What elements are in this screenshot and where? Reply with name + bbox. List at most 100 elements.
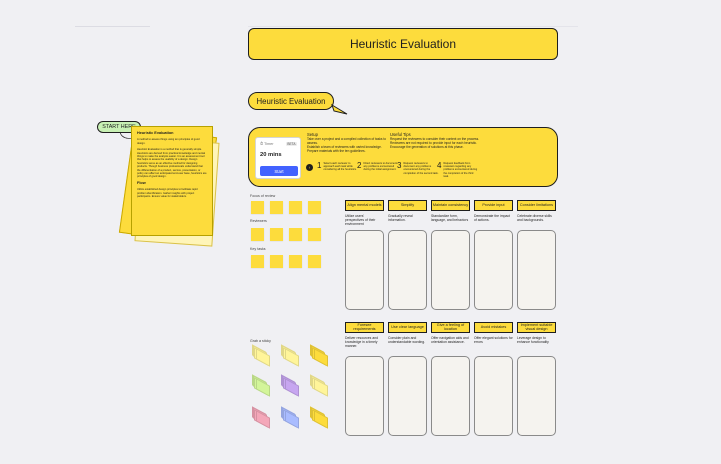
sticky-note[interactable] [289, 201, 302, 214]
intro-subheading: Flow [137, 180, 146, 185]
heuristic-drop-zone[interactable] [474, 356, 513, 436]
sticky-note[interactable] [270, 201, 283, 214]
intro-text: Utilize established design principles to… [137, 188, 198, 199]
sticky-deck-green[interactable] [252, 374, 270, 397]
sticky-row [251, 228, 321, 241]
heuristic-description: Deliver resources and knowledge in a tim… [345, 336, 378, 349]
heuristic-header[interactable]: Foresee requirements [345, 322, 384, 333]
intro-note[interactable]: Heuristic Evaluation A method to assess … [131, 126, 213, 236]
heuristic-description: Leverage design to enhance functionality [517, 336, 549, 345]
sticky-note[interactable] [284, 348, 299, 367]
sticky-note[interactable] [313, 378, 328, 397]
sticky-deck-blue[interactable] [281, 406, 299, 429]
sticky-note[interactable] [308, 201, 321, 214]
heuristic-drop-zone[interactable] [517, 356, 556, 436]
sticky-deck-light-yellow[interactable] [252, 344, 270, 367]
timer-label: ⏱ Timer [260, 142, 274, 146]
sticky-deck-light-yellow[interactable] [281, 344, 299, 367]
step-text: Request reviewers to document any proble… [403, 162, 439, 175]
sticky-note[interactable] [251, 201, 264, 214]
group-label: Key tasks [250, 247, 266, 251]
heuristic-description: Gradually reveal information. [388, 214, 413, 223]
sticky-row [251, 201, 321, 214]
tip-line: Encourage the generation of solutions at… [390, 145, 464, 149]
setup-text: Setup Take over a project and a compiled… [307, 132, 389, 153]
divider-line [248, 26, 578, 27]
grab-sticky-label: Grab a sticky [250, 339, 271, 343]
heuristic-drop-zone[interactable] [345, 356, 384, 436]
bubble-tail-icon [331, 103, 348, 115]
divider-line [75, 26, 150, 27]
tips-text: Useful Tips Request the reviewers to con… [390, 132, 480, 149]
step-number: 4 [437, 161, 442, 170]
heuristic-header[interactable]: Consider limitations [517, 200, 556, 211]
sticky-deck-pink[interactable] [252, 406, 270, 429]
group-label: Focus of review [250, 194, 276, 198]
heuristic-description: Offer navigation aids and orientation as… [431, 336, 469, 345]
heuristic-header[interactable]: Provide input [474, 200, 513, 211]
heuristic-header[interactable]: Simplify [388, 200, 427, 211]
heuristic-description: Consider plain and understandable wordin… [388, 336, 426, 345]
sticky-note[interactable] [289, 255, 302, 268]
sticky-deck-purple[interactable] [281, 374, 299, 397]
heuristic-drop-zone[interactable] [388, 356, 427, 436]
group-label: Reviewers [250, 219, 267, 223]
heuristic-drop-zone[interactable] [345, 230, 384, 310]
title-bubble[interactable]: Heuristic Evaluation [248, 92, 334, 110]
heuristic-drop-zone[interactable] [431, 356, 470, 436]
heuristic-description: Offer elegant solutions for errors [474, 336, 513, 345]
step-text: Select each reviewer to approach each ta… [323, 162, 357, 172]
beta-badge: BETA [285, 142, 297, 146]
heuristic-drop-zone[interactable] [431, 230, 470, 310]
sticky-note[interactable] [313, 348, 328, 367]
sticky-note[interactable] [284, 410, 299, 429]
setup-line: Prepare materials with the ten guideline… [307, 149, 366, 153]
sticky-note[interactable] [270, 255, 283, 268]
sticky-note[interactable] [308, 255, 321, 268]
step-2: 2 Direct reviewers to document any probl… [357, 162, 399, 172]
heuristic-drop-zone[interactable] [388, 230, 427, 310]
setup-line: Take over a project and a compiled colle… [307, 137, 387, 145]
board-title[interactable]: Heuristic Evaluation [248, 28, 558, 60]
sticky-deck-light-yellow[interactable] [310, 374, 328, 397]
step-3: 3 Request reviewers to document any prob… [397, 162, 439, 175]
intro-text: Heuristic Evaluation is a method that is… [137, 148, 207, 179]
sticky-note[interactable] [255, 348, 270, 367]
heuristic-header[interactable]: Use clear language [388, 322, 427, 333]
timer-widget[interactable]: ⏱ Timer BETA 20 mins Start [255, 137, 301, 179]
sticky-note[interactable] [313, 410, 328, 429]
heuristic-header[interactable]: Avoid mistakes [474, 322, 513, 333]
heuristic-header[interactable]: Maintain consistency [431, 200, 470, 211]
heuristic-description: Demonstrate the impact of actions. [474, 214, 510, 223]
step-text: Direct reviewers to document any problem… [363, 162, 398, 172]
sticky-note[interactable] [308, 228, 321, 241]
sticky-row [251, 255, 321, 268]
sticky-note[interactable] [251, 228, 264, 241]
intro-heading: Heuristic Evaluation [137, 131, 174, 135]
sticky-deck-yellow[interactable] [310, 344, 328, 367]
sticky-deck-yellow[interactable] [310, 406, 328, 429]
timer-value: 20 mins [260, 152, 282, 158]
heuristic-header[interactable]: Implement suitable visual design [517, 322, 556, 333]
sticky-note[interactable] [255, 378, 270, 397]
heuristic-drop-zone[interactable] [474, 230, 513, 310]
step-number: 1 [317, 161, 322, 170]
sticky-note[interactable] [255, 410, 270, 429]
heuristic-header[interactable]: Give a feeling of location [431, 322, 470, 333]
step-text: Request feedback from reviewers regardin… [443, 162, 478, 178]
step-1: 1 Select each reviewer to approach each … [317, 162, 359, 172]
intro-text: A method to assess things using ten prin… [137, 138, 200, 145]
sticky-note[interactable] [251, 255, 264, 268]
arrow-right-icon: › [306, 164, 313, 171]
sticky-note[interactable] [284, 378, 299, 397]
heuristic-description: Utilize users' perspectives of their env… [345, 214, 376, 227]
sticky-note[interactable] [289, 228, 302, 241]
heuristic-header[interactable]: Align mental models [345, 200, 384, 211]
sticky-note[interactable] [270, 228, 283, 241]
timer-start-button[interactable]: Start [260, 166, 298, 176]
step-4: 4 Request feedback from reviewers regard… [437, 162, 479, 178]
heuristic-description: Celebrate diverse skills and backgrounds… [517, 214, 552, 223]
step-number: 2 [357, 161, 362, 170]
step-number: 3 [397, 161, 402, 170]
heuristic-drop-zone[interactable] [517, 230, 556, 310]
